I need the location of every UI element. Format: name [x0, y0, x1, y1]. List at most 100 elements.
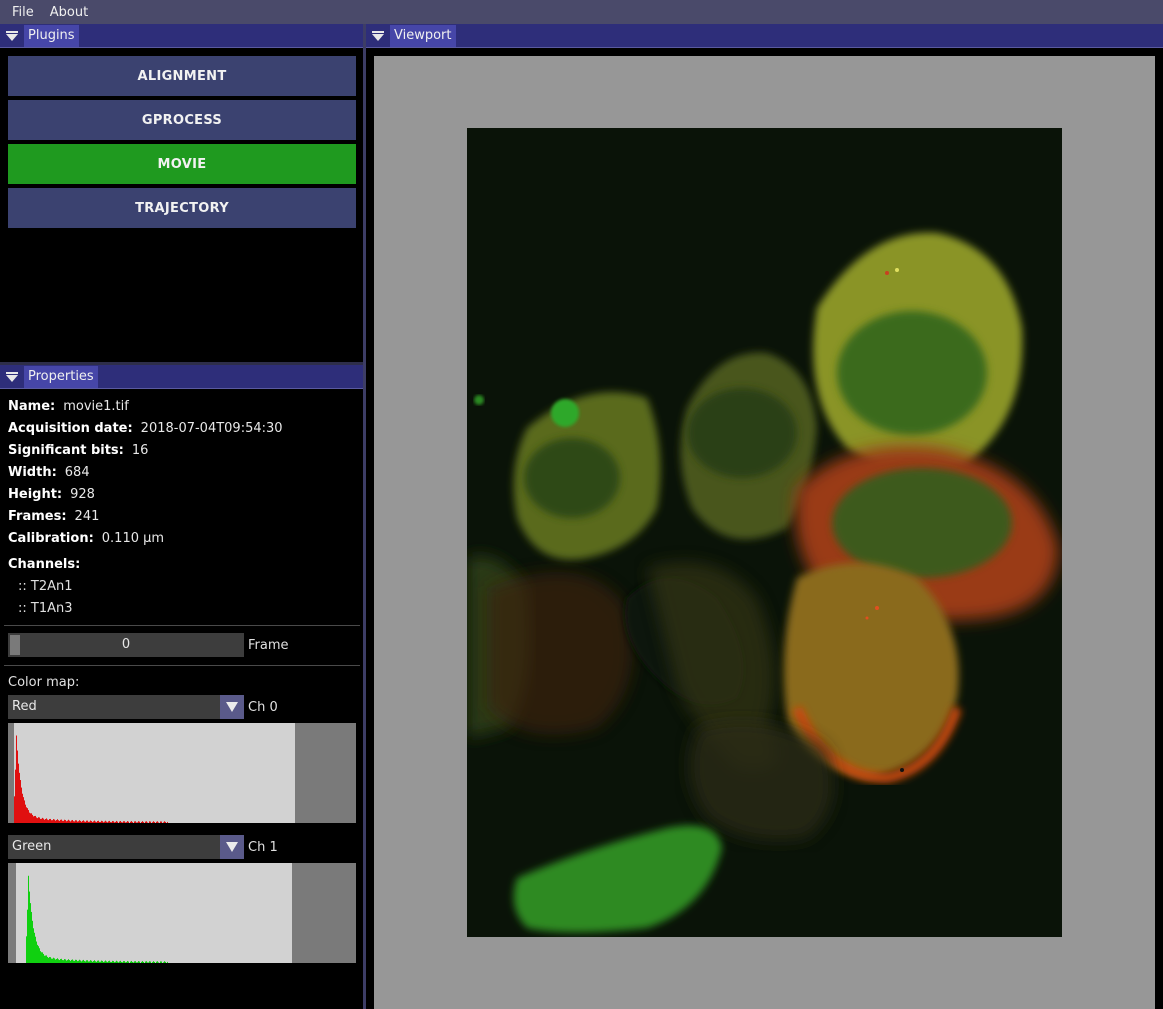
- properties-panel-header: Properties: [0, 365, 363, 389]
- histogram-bar: [123, 961, 124, 963]
- histogram-bar: [121, 961, 122, 963]
- histogram-bar: [68, 959, 69, 963]
- histogram-bar: [74, 960, 75, 963]
- histogram-bar: [138, 821, 139, 823]
- alignment-button[interactable]: ALIGNMENT: [8, 56, 356, 96]
- histogram-bar: [60, 959, 61, 963]
- histogram-bar: [105, 960, 106, 963]
- histogram-bar: [131, 960, 132, 963]
- histogram-bar: [67, 820, 68, 823]
- histogram-bar: [135, 821, 136, 823]
- colormap-selected-value: Green: [12, 839, 52, 854]
- histogram-bar: [115, 961, 116, 963]
- histogram-bar: [34, 816, 35, 823]
- histogram-bar: [150, 961, 151, 963]
- property-height: Height: 928: [8, 487, 95, 502]
- histogram-bar: [86, 960, 87, 963]
- histogram-bar: [161, 821, 162, 823]
- histogram-bar: [45, 955, 46, 963]
- viewport-panel-title[interactable]: Viewport: [390, 24, 456, 47]
- histogram-ch1[interactable]: [8, 863, 356, 963]
- colormap-select-ch1[interactable]: Green: [8, 835, 244, 859]
- histogram-bar: [165, 821, 166, 823]
- histogram-bar: [109, 820, 110, 823]
- property-significant-bits: Significant bits: 16: [8, 443, 148, 458]
- chevron-down-icon[interactable]: [220, 695, 244, 719]
- histogram-bar: [36, 941, 37, 963]
- histogram-bar: [56, 820, 57, 823]
- microscopy-image[interactable]: [467, 128, 1062, 937]
- histogram-bar: [96, 822, 97, 823]
- histogram-bar: [147, 962, 148, 963]
- histogram-bar: [117, 821, 118, 823]
- histogram-bar: [31, 813, 32, 823]
- histogram-ch0[interactable]: [8, 723, 356, 823]
- histogram-bar: [82, 820, 83, 823]
- histogram-bar: [52, 820, 53, 823]
- histogram-bar: [48, 820, 49, 823]
- collapse-triangle-icon[interactable]: [0, 365, 24, 389]
- histogram-bar: [165, 961, 166, 963]
- histogram-bar: [84, 821, 85, 823]
- histogram-bar: [127, 821, 128, 823]
- histogram-bar: [152, 962, 153, 963]
- collapse-triangle-icon[interactable]: [366, 24, 390, 48]
- histogram-bar: [16, 735, 17, 823]
- menu-about[interactable]: About: [44, 5, 94, 20]
- histogram-bar: [51, 820, 52, 823]
- histogram-bars-ch1: [26, 875, 168, 963]
- property-label: Channels:: [8, 557, 81, 572]
- collapse-triangle-icon[interactable]: [0, 24, 24, 48]
- histogram-bar: [37, 818, 38, 823]
- histogram-bar: [104, 821, 105, 823]
- histogram-bar: [98, 960, 99, 963]
- movie-button[interactable]: MOVIE: [8, 144, 356, 184]
- histogram-bar: [138, 961, 139, 963]
- histogram-bar: [167, 821, 168, 823]
- histogram-bar: [46, 818, 47, 823]
- histogram-bar: [62, 820, 63, 823]
- separator: [4, 665, 360, 666]
- histogram-bar: [61, 819, 62, 823]
- histogram-bar: [88, 961, 89, 963]
- frame-slider[interactable]: 0: [8, 633, 244, 657]
- trajectory-button[interactable]: TRAJECTORY: [8, 188, 356, 228]
- channel-1-label: Ch 1: [248, 840, 278, 855]
- histogram-bar: [131, 821, 132, 823]
- histogram-bar: [14, 796, 15, 823]
- histogram-bar: [100, 821, 101, 823]
- histogram-bar: [88, 821, 89, 823]
- histogram-bar: [142, 821, 143, 823]
- colormap-selected-value: Red: [12, 699, 37, 714]
- histogram-bar: [50, 957, 51, 963]
- histogram-bar: [99, 821, 100, 823]
- histogram-bar: [64, 959, 65, 963]
- vertical-splitter[interactable]: [363, 24, 366, 1009]
- histogram-bar: [157, 821, 158, 823]
- histogram-bar: [53, 819, 54, 823]
- histogram-bar: [115, 821, 116, 823]
- histogram-bar: [72, 819, 73, 823]
- histogram-bar: [142, 961, 143, 963]
- histogram-bar: [114, 962, 115, 963]
- histogram-bar: [145, 821, 146, 823]
- histogram-bar: [59, 960, 60, 963]
- menu-file[interactable]: File: [6, 5, 40, 20]
- histogram-bar: [122, 962, 123, 963]
- histogram-bar: [49, 957, 50, 963]
- histogram-bar: [146, 821, 147, 823]
- property-label: Name:: [8, 399, 56, 414]
- histogram-bar: [82, 960, 83, 963]
- histogram-bar: [71, 820, 72, 823]
- chevron-down-icon[interactable]: [220, 835, 244, 859]
- histogram-bar: [110, 961, 111, 963]
- histogram-bar: [83, 820, 84, 823]
- colormap-select-ch0[interactable]: Red: [8, 695, 244, 719]
- histogram-bar: [56, 958, 57, 963]
- histogram-bar: [32, 814, 33, 823]
- gprocess-button[interactable]: GPROCESS: [8, 100, 356, 140]
- histogram-bar: [107, 962, 108, 963]
- plugins-panel-title[interactable]: Plugins: [24, 24, 79, 47]
- histogram-bar: [81, 821, 82, 823]
- properties-panel-title[interactable]: Properties: [24, 365, 98, 388]
